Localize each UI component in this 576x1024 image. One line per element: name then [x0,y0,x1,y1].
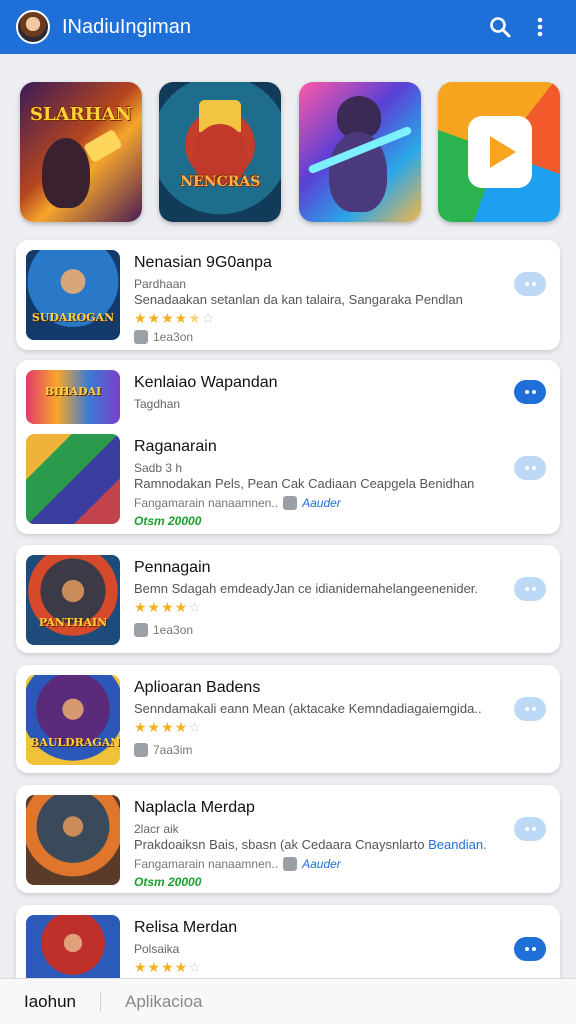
app-description-text: Prakdoaiksn Bais, sbasn (ak Cedaara Cnay… [134,837,425,852]
more-button[interactable] [514,380,546,404]
app-name: Raganarain [134,438,217,455]
app-thumbnail: SUDAROGAN [26,250,120,340]
list-item[interactable]: BAULDRAGAN Aplioaran Badens Senndamakali… [16,665,560,775]
rating-stars: ★★★★☆ [134,599,202,615]
featured-caption: NENCRAS [180,174,261,190]
bottom-nav: Iaohun Aplikacioa [0,978,576,1024]
thumbnail-label: PANTHAIN [38,616,108,629]
more-vert-icon[interactable] [520,7,560,47]
featured-title: SLARHAN [29,104,132,125]
app-name: Pennagain [134,559,211,576]
app-meta: 1ea3on [134,623,193,637]
avatar[interactable] [16,10,50,44]
featured-app-4[interactable] [437,82,560,222]
thumbnail-label: BIHADAI [44,385,102,398]
app-link[interactable]: Aauder [302,496,341,510]
app-name: Kenlaiao Wapandan [134,374,278,391]
featured-row: SLARHAN NENCRAS [20,82,560,222]
list-item[interactable]: Naplacla Merdap 2lacr aik Prakdoaiksn Ba… [16,785,560,895]
thumbnail-label: SUDAROGAN [31,311,115,324]
app-meta-text: 7aa3im [153,743,193,757]
tab-apps[interactable]: Aplikacioa [100,991,227,1012]
app-thumbnail [26,915,120,985]
app-meta-text: 1ea3on [153,623,194,637]
app-thumbnail [26,795,120,885]
app-downloads: Otsm 20000 [134,514,202,528]
list-item[interactable]: PANTHAIN Pennagain Bemn Sdagah emdeadyJa… [16,545,560,655]
app-name: Naplacla Merdap [134,799,255,816]
download-icon [134,623,148,637]
more-button[interactable] [514,817,546,841]
app-subtitle: Pardhaan [134,277,187,291]
rating-stars: ★★★★☆ [134,959,202,975]
app-meta: Fangamarain nanaamnen.. Aauder [134,496,341,510]
app-meta: 7aa3im [134,743,192,757]
search-icon[interactable] [480,7,520,47]
app-title: INadiuIngiman [62,15,191,38]
app-link[interactable]: Beandian. [428,837,487,852]
download-icon [283,496,298,510]
app-meta-text: Fangamarain nanaamnen.. [134,857,279,871]
list-item[interactable]: BIHADAI Kenlaiao Wapandan Tagdhan [16,360,560,424]
app-subtitle: Sadb 3 h [134,461,183,475]
more-button[interactable] [514,456,546,480]
more-button[interactable] [514,697,546,721]
download-icon [134,330,148,344]
featured-app-1[interactable]: SLARHAN [20,82,142,222]
app-link[interactable]: Aauder [302,857,341,871]
app-description: Senadaakan setanlan da kan talaira, Sang… [134,292,463,307]
app-subtitle: Tagdhan [134,397,181,411]
app-meta: 1ea3on [134,330,193,344]
more-button[interactable] [514,272,546,296]
top-app-bar: INadiuIngiman [0,0,576,54]
more-button[interactable] [514,577,546,601]
app-name: Relisa Merdan [134,919,238,936]
thumbnail-label: BAULDRAGAN [30,736,120,749]
app-description: Bemn Sdagah emdeadyJan ce idianidemahela… [134,581,479,596]
app-thumbnail: BIHADAI [26,370,120,424]
app-thumbnail: PANTHAIN [26,555,120,645]
list-item[interactable]: SUDAROGAN Nenasian 9G0anpa Pardhaan Sena… [16,240,560,350]
app-subtitle: 2lacr aik [134,822,179,836]
more-button[interactable] [514,937,546,961]
rating-stars: ★★★★☆ [134,719,202,735]
app-description: Prakdoaiksn Bais, sbasn (ak Cedaara Cnay… [134,837,490,852]
app-meta: Fangamarain nanaamnen.. Aauder [134,857,341,871]
app-description: Ramnodakan Pels, Pean Cak Cadiaan Ceapge… [134,476,475,491]
list-item[interactable]: Raganarain Sadb 3 h Ramnodakan Pels, Pea… [16,424,560,534]
app-meta-text: 1ea3on [153,330,194,344]
app-subtitle: Polsaika [134,942,180,956]
featured-app-3[interactable] [298,82,421,222]
rating-stars: ★★★★★☆ [134,310,216,326]
app-meta-text: Fangamarain nanaamnen.. [134,496,279,510]
download-icon [134,743,148,757]
featured-app-2[interactable]: NENCRAS [159,82,282,222]
app-name: Aplioaran Badens [134,679,261,696]
app-thumbnail [26,434,120,524]
app-downloads: Otsm 20000 [134,875,202,889]
app-thumbnail: BAULDRAGAN [26,675,120,765]
download-icon [283,857,298,871]
app-description: Senndamakali eann Mean (aktacake Kemndad… [134,701,482,716]
app-name: Nenasian 9G0anpa [134,254,272,271]
tab-home[interactable]: Iaohun [0,992,100,1012]
